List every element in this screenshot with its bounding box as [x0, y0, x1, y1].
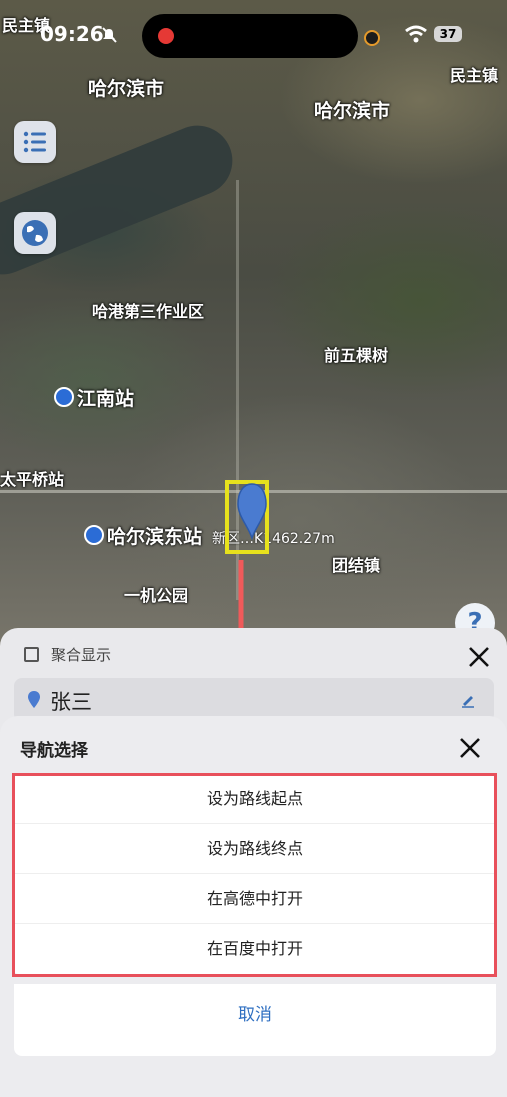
map-label-jiangnan: 江南站 — [54, 384, 134, 411]
station-icon — [84, 525, 104, 545]
station-icon — [54, 387, 74, 407]
aggregate-checkbox[interactable] — [24, 647, 39, 662]
contact-name: 张三 — [50, 690, 92, 714]
cancel-card: 取消 — [14, 984, 496, 1056]
battery-indicator: 37 — [434, 26, 462, 42]
status-time: 09:26 — [40, 22, 104, 46]
map-label-qianwu: 前五棵树 — [324, 346, 389, 365]
globe-icon — [22, 220, 48, 246]
recording-indicator — [158, 28, 174, 44]
open-in-amap-button[interactable]: 在高德中打开 — [14, 874, 496, 924]
aggregate-label: 聚合显示 — [51, 646, 112, 664]
map-type-button[interactable] — [14, 212, 56, 254]
silent-bell-icon — [102, 27, 117, 43]
pin-icon — [28, 691, 40, 708]
location-marker-icon[interactable] — [234, 482, 270, 542]
close-icon[interactable] — [466, 644, 492, 670]
list-icon — [23, 131, 46, 153]
layer-list-button[interactable] — [14, 121, 56, 163]
status-bar: 09:26 37 — [0, 0, 507, 70]
open-in-baidu-button[interactable]: 在百度中打开 — [14, 924, 496, 974]
sheet-title: 导航选择 — [20, 741, 88, 761]
map-label-harbin-left: 哈尔滨市 — [88, 78, 165, 100]
navigation-select-sheet: 导航选择 设为路线起点 设为路线终点 在高德中打开 在百度中打开 取消 — [0, 716, 507, 1097]
set-route-start-button[interactable]: 设为路线起点 — [14, 774, 496, 824]
map-label-yiji: 一机公园 — [124, 586, 189, 605]
wifi-icon — [405, 25, 427, 43]
close-icon[interactable] — [458, 736, 482, 760]
map-label-harbin-east: 哈尔滨东站 — [84, 522, 202, 549]
camera-indicator — [364, 30, 380, 46]
edit-icon[interactable] — [460, 692, 476, 708]
aggregate-toggle[interactable]: 聚合显示 — [24, 644, 111, 665]
cancel-button[interactable]: 取消 — [14, 984, 496, 1046]
map-label-harbin-right: 哈尔滨市 — [314, 100, 391, 122]
map-label-taiping: 太平桥站 — [0, 470, 65, 489]
dynamic-island — [142, 14, 380, 58]
map-label-hagang: 哈港第三作业区 — [92, 302, 205, 321]
navigation-options: 设为路线起点 设为路线终点 在高德中打开 在百度中打开 — [14, 774, 496, 974]
map-label-tuanjie: 团结镇 — [332, 556, 381, 575]
set-route-end-button[interactable]: 设为路线终点 — [14, 824, 496, 874]
